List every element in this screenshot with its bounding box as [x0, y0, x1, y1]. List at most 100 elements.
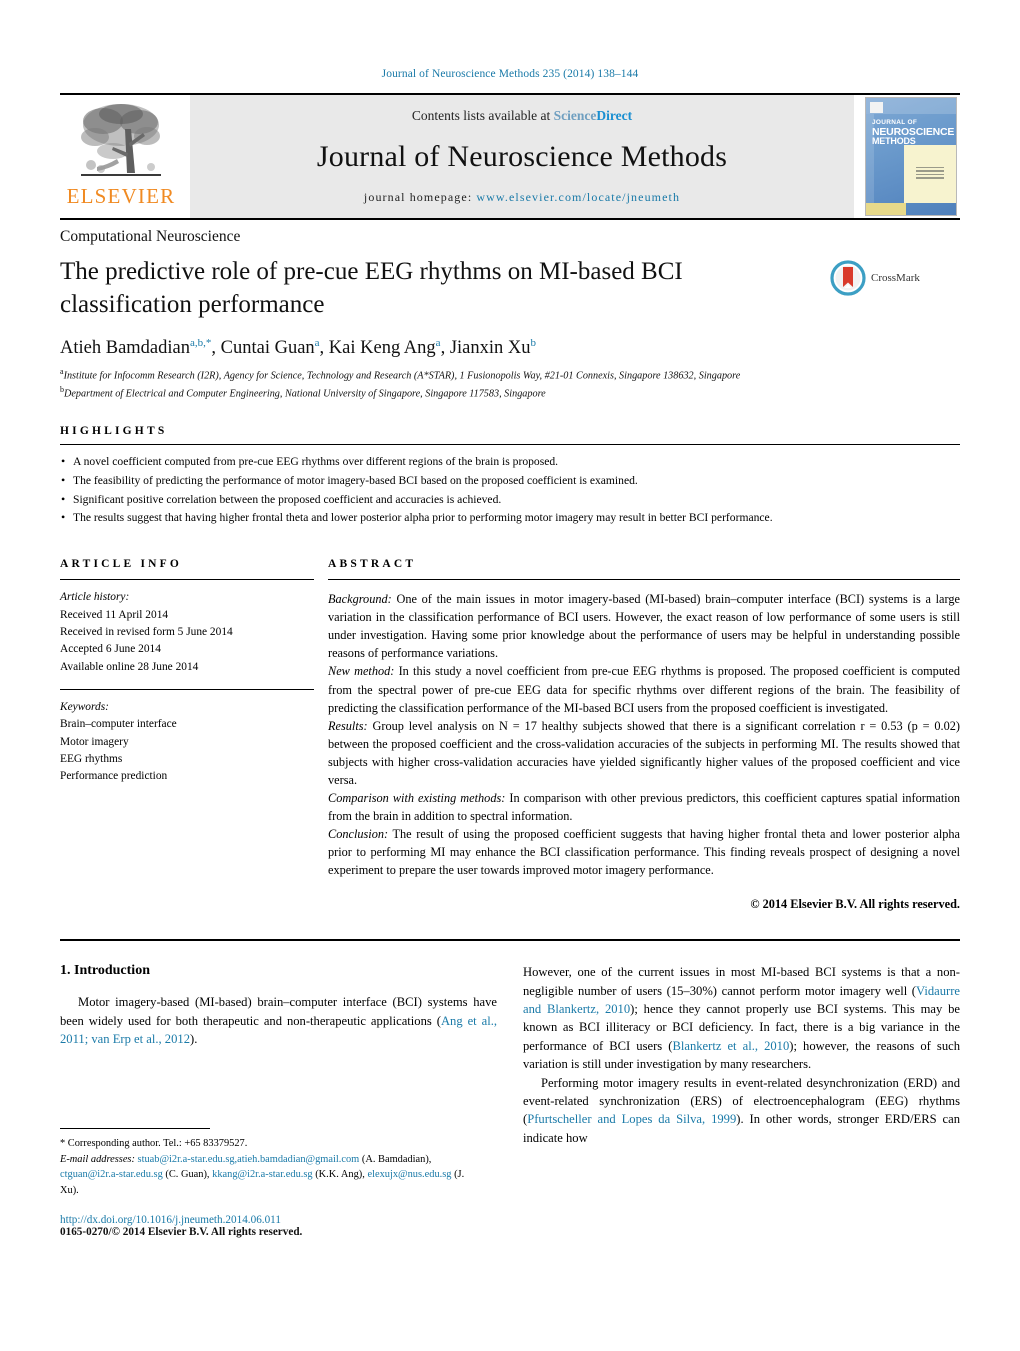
highlights-rule [60, 444, 960, 446]
keyword-item: Brain–computer interface [60, 718, 177, 731]
contents-prefix: Contents lists available at [411, 108, 554, 123]
history-item: Available online 28 June 2014 [60, 660, 199, 673]
page-title: The predictive role of pre-cue EEG rhyth… [60, 258, 683, 318]
sciencedirect-link-part1[interactable]: Science [554, 108, 597, 123]
abstract-text: Group level analysis on N = 17 healthy s… [328, 718, 960, 787]
author-2-sup[interactable]: a [315, 337, 320, 349]
masthead-bottom-rule [60, 218, 960, 220]
email-label: E-mail addresses: [60, 1153, 135, 1165]
contents-available-line: Contents lists available at ScienceDirec… [412, 108, 632, 124]
doi-link[interactable]: http://dx.doi.org/10.1016/j.jneumeth.201… [60, 1214, 480, 1226]
info-abstract-row: ARTICLE INFO Article history: Received 1… [60, 558, 960, 913]
intro-right-text-a: However, one of the current issues in mo… [523, 965, 960, 998]
list-item: A novel coefficient computed from pre-cu… [60, 452, 960, 472]
intro-paragraph-right-1: However, one of the current issues in mo… [523, 963, 960, 1073]
author-4-sup[interactable]: b [531, 337, 537, 349]
title-row: The predictive role of pre-cue EEG rhyth… [60, 256, 960, 321]
citation-link[interactable]: Pfurtscheller and Lopes da Silva, 1999 [527, 1112, 736, 1126]
crossmark-label: CrossMark [871, 272, 920, 284]
email-link[interactable]: kkang@i2r.a-star.edu.sg [212, 1169, 312, 1180]
author-3-sup[interactable]: a [436, 337, 441, 349]
history-item: Received in revised form 5 June 2014 [60, 625, 233, 638]
author-1: Atieh Bamdadiana,b,* [60, 337, 211, 359]
cover-elsevier-mark [870, 102, 883, 113]
abstract-body: Background: One of the main issues in mo… [328, 590, 960, 913]
email-link[interactable]: atieh.bamdadian@gmail.com [237, 1154, 359, 1165]
affiliation-a-text: Institute for Infocomm Research (I2R), A… [63, 370, 741, 382]
abstract-paragraph: Comparison with existing methods: In com… [328, 789, 960, 825]
body-left-column: 1. Introduction Motor imagery-based (MI-… [60, 963, 497, 1147]
journal-masthead: ELSEVIER Contents lists available at Sci… [60, 93, 960, 218]
list-item: Significant positive correlation between… [60, 490, 960, 510]
citation-link[interactable]: Blankertz et al., 2010 [672, 1039, 789, 1053]
list-item: The results suggest that having higher f… [60, 508, 960, 528]
abstract-paragraph: Conclusion: The result of using the prop… [328, 825, 960, 879]
abstract-section: ABSTRACT Background: One of the main iss… [328, 558, 960, 913]
keyword-item: Motor imagery [60, 735, 129, 748]
email-link[interactable]: stuab@i2r.a-star.edu.sg, [138, 1154, 238, 1165]
keywords-label: Keywords: [60, 700, 109, 713]
author-4-name: Jianxin Xu [449, 338, 531, 359]
keywords-rule [60, 688, 314, 690]
author-1-name: Atieh Bamdadian [60, 338, 190, 359]
highlights-section: HIGHLIGHTS A novel coefficient computed … [60, 425, 960, 528]
list-item: The feasibility of predicting the perfor… [60, 471, 960, 491]
affiliation-list: aInstitute for Infocomm Research (I2R), … [60, 366, 960, 401]
abstract-copyright: © 2014 Elsevier B.V. All rights reserved… [750, 897, 960, 912]
crossmark-column: CrossMark [830, 256, 960, 296]
author-3-name: Kai Keng Ang [328, 338, 436, 359]
abstract-text: In this study a novel coefficient from p… [328, 664, 961, 715]
abstract-paragraph: Background: One of the main issues in mo… [328, 590, 960, 662]
journal-cover-thumbnail: JOURNAL OF NEUROSCIENCE METHODS [862, 95, 960, 218]
homepage-prefix: journal homepage: [363, 190, 477, 204]
abstract-lead: Comparison with existing methods: [328, 790, 506, 805]
author-4: Jianxin Xub [449, 337, 537, 359]
email-addresses-line: E-mail addresses: stuab@i2r.a-star.edu.s… [60, 1152, 480, 1199]
keyword-item: Performance prediction [60, 770, 168, 783]
article-page: Journal of Neuroscience Methods 235 (201… [0, 0, 1020, 1351]
sciencedirect-link-part2[interactable]: Direct [596, 108, 632, 123]
email-owner: (C. Guan), [162, 1169, 213, 1181]
elsevier-wordmark: ELSEVIER [66, 184, 176, 208]
body-top-rule [60, 939, 960, 942]
crossmark-badge[interactable]: CrossMark [830, 260, 920, 296]
elsevier-logo: ELSEVIER [60, 95, 182, 218]
abstract-paragraph: New method: In this study a novel coeffi… [328, 662, 960, 716]
body-right-column: However, one of the current issues in mo… [523, 963, 960, 1147]
intro-left-text-b: ). [190, 1032, 198, 1047]
crossmark-icon[interactable] [830, 260, 866, 296]
cover-title-block: JOURNAL OF NEUROSCIENCE METHODS [872, 119, 954, 147]
running-head: Journal of Neuroscience Methods 235 (201… [381, 68, 639, 80]
abstract-rule [328, 579, 960, 581]
abstract-paragraph: Results: Group level analysis on N = 17 … [328, 717, 960, 789]
footnote-block: * Corresponding author. Tel.: +65 833795… [60, 1128, 480, 1238]
introduction-heading: 1. Introduction [60, 963, 150, 979]
abstract-lead: Results: [328, 718, 368, 733]
email-link[interactable]: ctguan@i2r.a-star.edu.sg [60, 1169, 163, 1180]
article-info-rule [60, 579, 314, 581]
cover-inset-panel [904, 145, 956, 203]
author-1-sup[interactable]: a,b,* [190, 337, 211, 349]
intro-paragraph-right-2: Performing motor imagery results in even… [523, 1074, 960, 1148]
affiliation-a: aInstitute for Infocomm Research (I2R), … [60, 366, 960, 383]
abstract-lead: Conclusion: [328, 827, 389, 842]
article-info-heading: ARTICLE INFO [60, 558, 183, 571]
journal-title: Journal of Neuroscience Methods [316, 140, 728, 173]
subject-section-label: Computational Neuroscience [60, 228, 241, 245]
abstract-lead: Background: [328, 592, 392, 607]
footnote-rule [60, 1128, 210, 1129]
article-history-label: Article history: [60, 591, 130, 604]
keywords-block: Keywords: Brain–computer interface Motor… [60, 699, 314, 786]
article-history-block: Article history: Received 11 April 2014 … [60, 589, 314, 676]
body-columns: 1. Introduction Motor imagery-based (MI-… [60, 963, 960, 1147]
cover-bottom-bar [866, 203, 906, 215]
abstract-text: One of the main issues in motor imagery-… [328, 592, 960, 661]
cover-panel-lines [916, 167, 944, 181]
homepage-url-link[interactable]: www.elsevier.com/locate/jneumeth [476, 190, 680, 204]
masthead-center: Contents lists available at ScienceDirec… [190, 95, 854, 218]
corresponding-author-line: * Corresponding author. Tel.: +65 833795… [60, 1138, 248, 1149]
email-link[interactable]: elexujx@nus.edu.sg [367, 1169, 451, 1180]
elsevier-tree-icon [81, 104, 161, 176]
history-item: Received 11 April 2014 [60, 608, 169, 621]
author-2: Cuntai Guana [221, 337, 320, 358]
